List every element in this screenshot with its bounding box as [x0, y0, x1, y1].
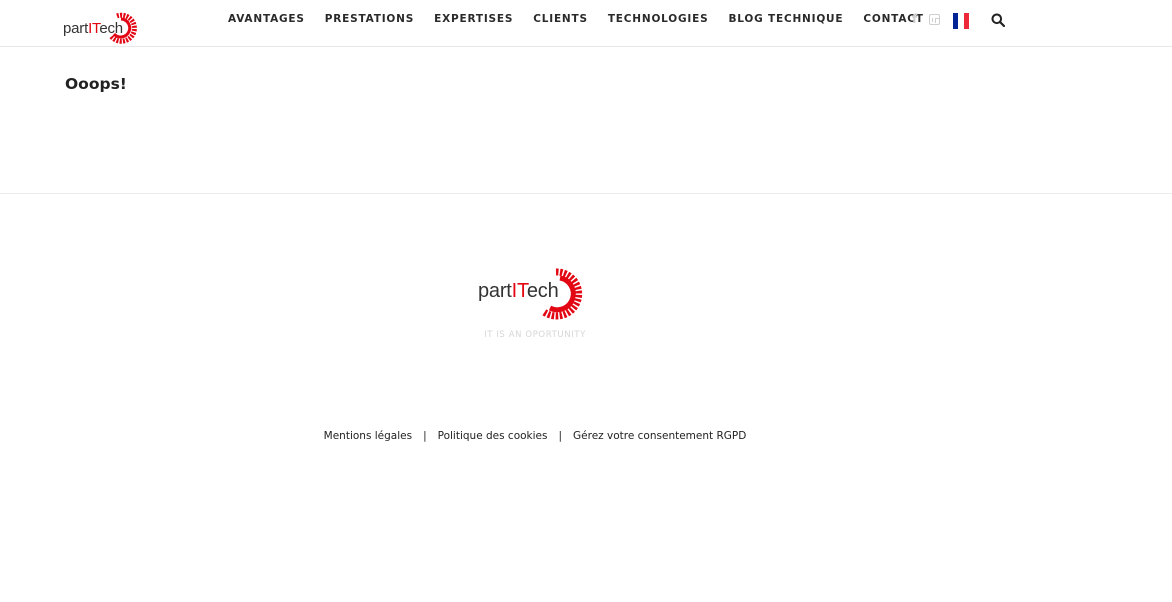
footer-legal-links: Mentions légales | Politique des cookies | G…	[0, 430, 1070, 442]
site-header: partITech AVANTAGES PRESTATIONS EXPERTIS…	[0, 0, 1172, 47]
footer-logo-swirl-icon	[541, 268, 583, 320]
main-nav: AVANTAGES PRESTATIONS EXPERTISES CLIENTS…	[228, 13, 924, 25]
search-icon[interactable]	[991, 13, 1005, 27]
nav-prestations[interactable]: PRESTATIONS	[325, 13, 414, 25]
logo-swirl-icon	[108, 12, 137, 44]
politique-cookies-link[interactable]: Politique des cookies	[438, 430, 548, 442]
facebook-icon[interactable]: f	[912, 13, 920, 25]
content-divider	[0, 193, 1172, 194]
nav-technologies[interactable]: TECHNOLOGIES	[608, 13, 709, 25]
nav-expertises[interactable]: EXPERTISES	[434, 13, 513, 25]
gerez-consentement-rgpd-link[interactable]: Gérez votre consentement RGPD	[573, 430, 746, 442]
social-links: f	[912, 13, 940, 25]
partitech-logo[interactable]: partITech	[63, 12, 141, 46]
nav-clients[interactable]: CLIENTS	[533, 13, 588, 25]
separator: |	[423, 430, 427, 442]
footer-logo[interactable]: partITech	[476, 268, 596, 322]
linkedin-icon[interactable]	[929, 13, 940, 25]
page-title: Ooops!	[65, 75, 127, 93]
nav-avantages[interactable]: AVANTAGES	[228, 13, 305, 25]
footer-tagline: IT IS AN OPORTUNITY	[484, 330, 586, 340]
mentions-legales-link[interactable]: Mentions légales	[324, 430, 412, 442]
nav-blog-technique[interactable]: BLOG TECHNIQUE	[728, 13, 843, 25]
french-flag-icon[interactable]	[953, 13, 969, 29]
flag-red-stripe	[963, 13, 969, 29]
separator: |	[558, 430, 563, 442]
